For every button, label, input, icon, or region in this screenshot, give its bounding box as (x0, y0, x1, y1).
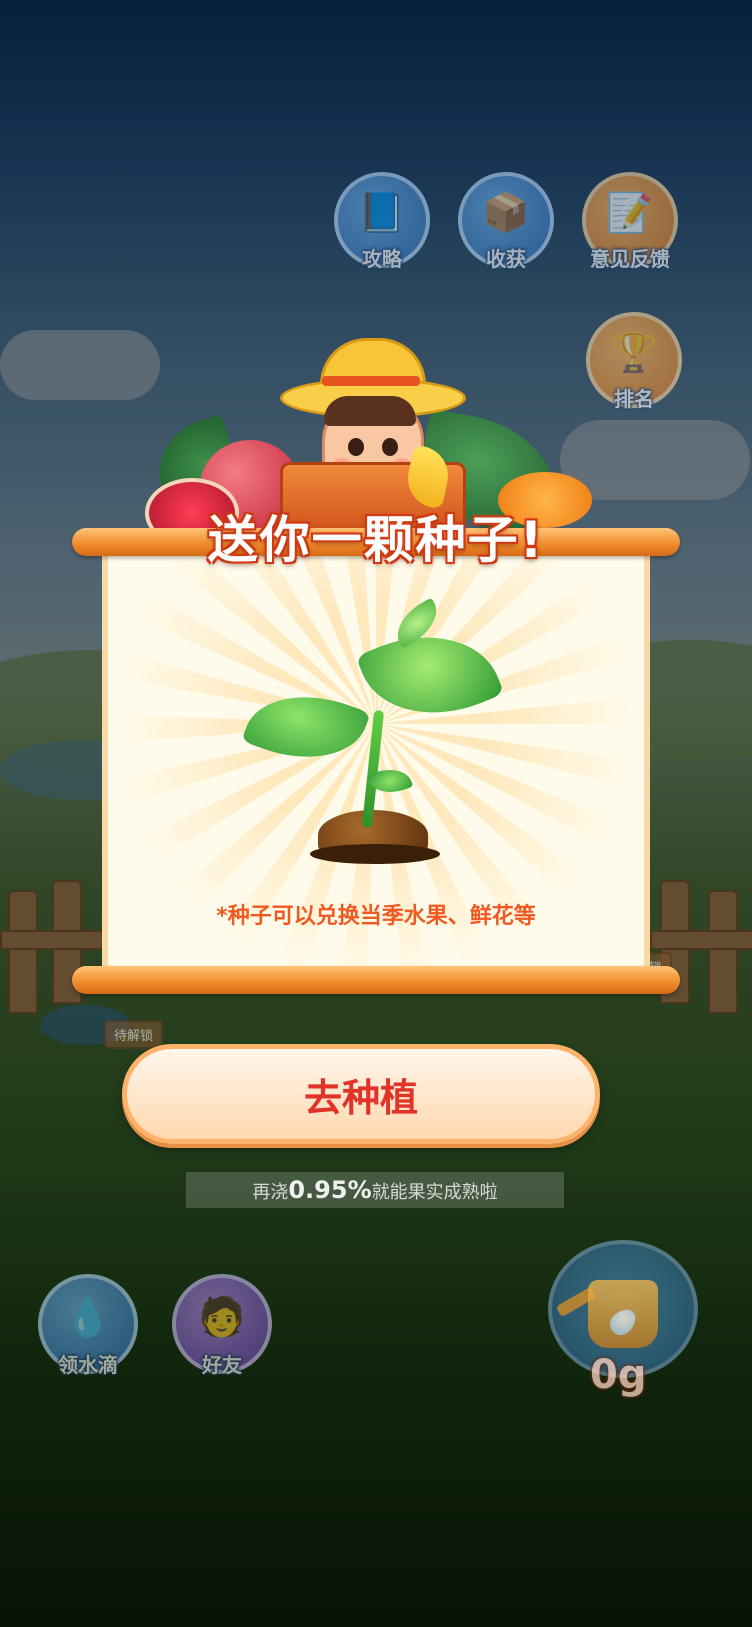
water-amount: 0g (590, 1352, 647, 1398)
progress-tip: 再浇0.95%就能果实成熟啦 (186, 1172, 564, 1208)
feedback-label: 意见反馈 (590, 247, 670, 271)
guide-label: 攻略 (362, 247, 402, 271)
ranking-label: 排名 (614, 387, 654, 411)
friends-button[interactable]: 🧑 好友 (172, 1274, 272, 1377)
friend-avatar-icon: 🧑 (198, 1294, 246, 1339)
modal-title: 送你一颗种子! (207, 511, 545, 569)
seed-description: *种子可以兑换当季水果、鲜花等 (216, 904, 536, 929)
seedling-icon (241, 597, 510, 870)
feedback-pen-icon: 📝 (606, 190, 654, 235)
trophy-icon: 🏆 (610, 330, 658, 375)
water-drops-icon: 💧 (64, 1294, 112, 1339)
scroll-bottom-rod (72, 966, 680, 994)
go-plant-button[interactable]: 去种植 (122, 1044, 600, 1144)
book-star-icon: 📘 (358, 190, 406, 235)
get-water-label: 领水滴 (58, 1353, 118, 1377)
progress-prefix: 再浇 (252, 1182, 289, 1203)
harvest-button[interactable]: 📦 收获 (458, 172, 554, 271)
fruit-box-icon: 📦 (482, 190, 530, 235)
progress-suffix: 就能果实成熟啦 (371, 1182, 498, 1203)
get-water-button[interactable]: 💧 领水滴 (38, 1274, 138, 1377)
guide-button[interactable]: 📘 攻略 (334, 172, 430, 271)
progress-percent: 0.95% (288, 1176, 372, 1204)
ranking-button[interactable]: 🏆 排名 (586, 312, 682, 411)
harvest-label: 收获 (486, 247, 526, 271)
feedback-button[interactable]: 📝 意见反馈 (582, 172, 678, 271)
locked-plot-tag-left: 待解锁 (104, 1020, 164, 1049)
watering-can-button[interactable] (548, 1240, 698, 1378)
friends-label: 好友 (202, 1353, 242, 1377)
